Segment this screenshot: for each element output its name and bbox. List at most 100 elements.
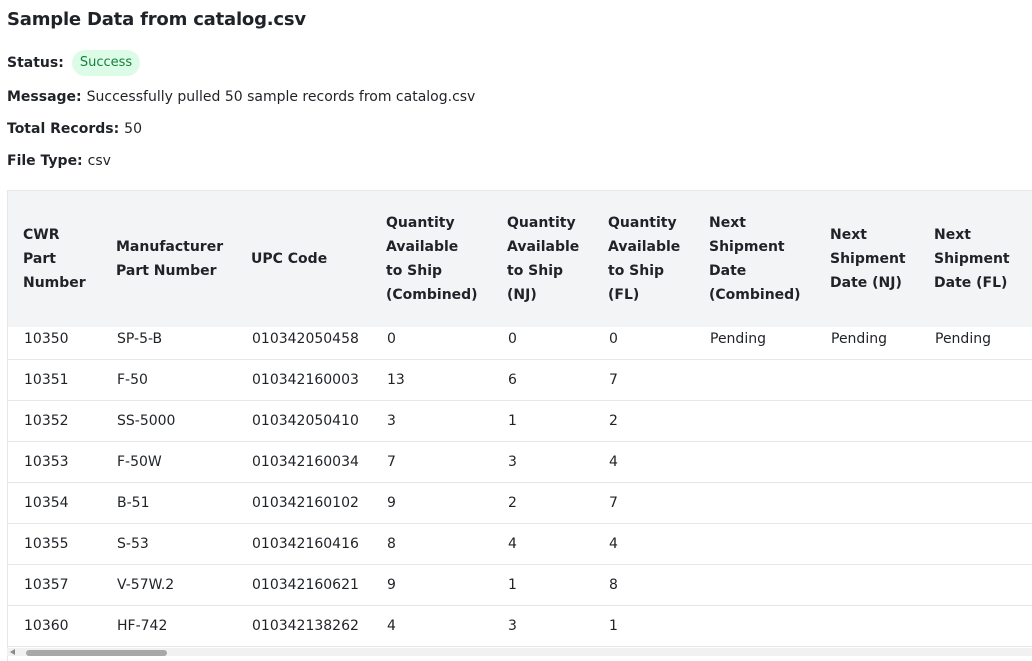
table-cell: 010342050410 [252,412,359,429]
table-cell: 10352 [24,412,69,429]
status-badge: Success [71,50,141,76]
column-header-line: to Ship [608,263,665,279]
table-cell: Pending [831,331,887,347]
table-cell: SS-5000 [117,412,176,429]
table-row: 10354 B-51 010342160102 9 2 7 [8,482,1032,523]
table-row: 10350 SP-5-B 010342050458 0 0 0 Pending Pending… [8,327,1032,359]
table-cell: 7 [609,494,618,511]
column-header: Next Shipment Date (FL) [919,191,1032,327]
table-cell: 9 [387,576,396,593]
table-cell: 1 [508,576,517,593]
table-cell [694,359,815,400]
table-cell: HF-742 [117,617,168,634]
table-cell: 7 [387,453,396,470]
table-cell: V-57W.2 [117,576,175,593]
table-cell: 7 [609,371,618,388]
table-cell: 010342160102 [252,494,359,511]
scroll-left-icon[interactable] [10,649,15,655]
data-table-container[interactable]: CWR Part Number Manufacturer Part Number UPC … [7,190,1032,661]
column-header-line: (Combined) [386,287,478,303]
column-header-line: Quantity [608,215,677,231]
table-cell: 0 [508,331,517,347]
table-cell: 010342138262 [252,617,359,634]
table-cell [694,400,815,441]
status-row: Status: Success [7,50,141,76]
table-cell: 3 [387,412,396,429]
table-row: 10352 SS-5000 010342050410 3 1 2 [8,400,1032,441]
table-cell [694,482,815,523]
column-header-line: Part [23,251,56,267]
column-header: Next Shipment Date (NJ) [815,191,919,327]
table-cell: Pending [710,331,766,347]
table-cell [919,605,1032,646]
table-cell: 010342050458 [252,331,359,347]
column-header: Quantity Available to Ship (NJ) [492,191,593,327]
table-row: 10357 V-57W.2 010342160621 9 1 8 [8,564,1032,605]
table-cell: SP-5-B [117,331,163,347]
table-cell [919,482,1032,523]
table-cell [919,359,1032,400]
table-cell: 10351 [24,371,69,388]
table-cell [815,482,919,523]
table-cell: 8 [387,535,396,552]
table-cell: 10360 [24,617,69,634]
table-cell: 6 [508,371,517,388]
message-label: Message: [7,89,82,105]
total-records-row: Total Records: 50 [7,121,142,137]
column-header-line: Date (NJ) [830,275,902,291]
column-header-line: to Ship [386,263,443,279]
table-cell: 3 [508,453,517,470]
table-cell: 2 [508,494,517,511]
scrollbar-thumb[interactable] [26,650,167,656]
message-value: Successfully pulled 50 sample records fr… [86,89,476,105]
data-table: CWR Part Number Manufacturer Part Number UPC … [8,191,1032,647]
column-header-line: (Combined) [709,287,801,303]
total-records-value: 50 [124,121,142,137]
column-header-line: CWR [23,227,60,243]
column-header-line: Shipment [830,251,906,267]
table-cell: 0 [387,331,396,347]
table-cell: 4 [609,535,618,552]
table-cell [815,564,919,605]
table-row: 10360 HF-742 010342138262 4 3 1 [8,605,1032,646]
column-header-line: Quantity [386,215,455,231]
total-records-label: Total Records: [7,121,120,137]
table-cell: 10357 [24,576,69,593]
table-cell: 9 [387,494,396,511]
column-header-line: UPC Code [251,251,328,267]
table-body: 10350 SP-5-B 010342050458 0 0 0 Pending Pending… [8,327,1032,646]
file-type-value: csv [87,153,111,169]
column-header: Quantity Available to Ship (FL) [593,191,694,327]
table-header-row: CWR Part Number Manufacturer Part Number UPC … [8,191,1032,327]
table-cell: 13 [387,371,405,388]
column-header-line: Available [386,239,459,255]
table-cell: 1 [508,412,517,429]
message-row: Message: Successfully pulled 50 sample r… [7,89,475,105]
column-header-line: Available [507,239,580,255]
table-cell [815,605,919,646]
table-cell: 010342160034 [252,453,359,470]
page-title: Sample Data from catalog.csv [7,9,306,30]
table-cell [919,564,1032,605]
table-cell [694,441,815,482]
table-cell: 4 [508,535,517,552]
table-cell: 10350 [24,331,69,347]
column-header: CWR Part Number [8,191,101,327]
column-header: Quantity Available to Ship (Combined) [371,191,492,327]
table-row: 10353 F-50W 010342160034 7 3 4 [8,441,1032,482]
table-cell: 0 [609,331,618,347]
column-header-line: Date (FL) [934,275,1008,291]
column-header-line: Shipment [709,239,785,255]
table-cell: 3 [508,617,517,634]
table-row: 10351 F-50 010342160003 13 6 7 [8,359,1032,400]
column-header-line: Manufacturer [116,239,224,255]
table-row: 10355 S-53 010342160416 8 4 4 [8,523,1032,564]
column-header-line: (NJ) [507,287,537,303]
table-cell: 010342160003 [252,371,359,388]
column-header-line: Next [709,215,746,231]
table-cell [815,441,919,482]
table-cell: 010342160416 [252,535,359,552]
table-cell: 1 [609,617,618,634]
table-cell: B-51 [117,494,150,511]
column-header: Manufacturer Part Number [101,191,236,327]
